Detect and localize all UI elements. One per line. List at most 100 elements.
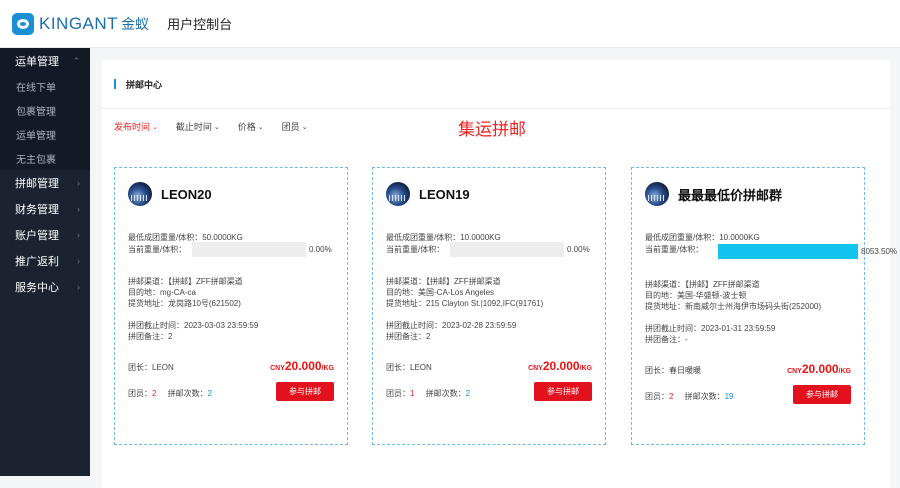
destination-row: 目的地：美国-CA-Los Angeles — [386, 287, 494, 298]
sidebar: 运单管理 ⌃ 在线下单 包裹管理 运单管理 无主包裹 拼邮管理 › 财务管理 ›… — [0, 48, 90, 476]
chevron-down-icon: ⌄ — [152, 123, 158, 131]
filter-members[interactable]: 团员 ⌄ — [282, 120, 308, 133]
price: CNY20.000/KG — [270, 359, 334, 373]
progress-fill — [718, 244, 858, 259]
app-title: 用户控制台 — [167, 17, 233, 32]
pickup-value: 新南威尔士州海伊市场码头街(252000) — [685, 302, 822, 311]
members-label: 团员： — [386, 389, 410, 398]
chevron-right-icon: › — [77, 256, 80, 266]
members-row: 团员：1 拼邮次数：2 — [386, 388, 470, 399]
logo-icon — [12, 12, 34, 35]
chevron-right-icon: › — [77, 230, 80, 240]
chevron-down-icon: ⌄ — [301, 123, 308, 131]
members-row: 团员：2 拼邮次数：2 — [128, 388, 212, 399]
note-label: 拼团备注： — [386, 332, 426, 341]
channel-row: 拼邮渠道：【拼邮】ZFF拼邮渠道 — [386, 276, 501, 287]
price-unit: /KG — [321, 365, 334, 372]
members-count: 2 — [152, 389, 157, 398]
channel-row: 拼邮渠道：【拼邮】ZFF拼邮渠道 — [128, 276, 243, 287]
group-avatar — [128, 182, 152, 206]
chevron-right-icon: › — [77, 282, 80, 292]
sidebar-group-waybill[interactable]: 运单管理 ⌃ — [0, 48, 90, 74]
price-unit: /KG — [838, 368, 851, 375]
leader-row: 团长：LEON — [386, 362, 432, 373]
banner-title: 集运拼邮 — [458, 120, 526, 139]
current-weight-label: 当前重量/体积： — [645, 245, 704, 254]
progress-bar — [450, 242, 564, 257]
current-weight-label: 当前重量/体积： — [386, 245, 445, 254]
times-label: 拼邮次数： — [425, 389, 466, 398]
logo-cn-text: 金蚁 — [121, 15, 150, 32]
destination-label: 目的地： — [645, 291, 677, 300]
price-value: 20.000 — [542, 359, 580, 373]
note-row: 拼团备注：- — [645, 334, 688, 345]
leader-value: LEON — [152, 363, 174, 372]
top-bar: KINGANT 金蚁 用户控制台 — [0, 0, 900, 48]
deadline-label: 拼团截止时间： — [386, 321, 442, 330]
sidebar-group-groupship[interactable]: 拼邮管理 › — [0, 170, 90, 196]
sidebar-item-online-order[interactable]: 在线下单 — [0, 74, 90, 98]
note-row: 拼团备注：2 — [128, 331, 172, 342]
sidebar-item-waybills[interactable]: 运单管理 — [0, 122, 90, 146]
price-unit: /KG — [579, 365, 592, 372]
pickup-row: 提货地址：215 Clayton St.|1092,IFC(91761) — [386, 298, 543, 309]
pickup-value: 龙岗路10号(621502) — [168, 299, 241, 308]
join-button[interactable]: 参与拼邮 — [534, 382, 592, 401]
sidebar-group-label: 账户管理 — [15, 230, 59, 242]
min-weight-row: 最低成团重量/体积：10.0000KG — [645, 232, 760, 243]
price-currency: CNY — [270, 365, 285, 372]
times-count: 2 — [465, 389, 471, 398]
sidebar-group-referral[interactable]: 推广返利 › — [0, 248, 90, 274]
members-label: 团员： — [128, 389, 152, 398]
times-label: 拼邮次数： — [167, 389, 208, 398]
sidebar-group-finance[interactable]: 财务管理 › — [0, 196, 90, 222]
min-weight-value: 10.0000KG — [460, 233, 501, 242]
filter-price[interactable]: 价格 ⌄ — [238, 120, 264, 133]
destination-row: 目的地：美国-华盛顿-波士顿 — [645, 290, 746, 301]
filter-label: 截止时间 — [175, 122, 212, 132]
destination-label: 目的地： — [128, 288, 160, 297]
group-name: LEON19 — [419, 186, 470, 202]
deadline-row: 拼团截止时间：2023-02-28 23:59:59 — [386, 320, 516, 331]
chevron-right-icon: › — [77, 204, 80, 214]
members-row: 团员：2 拼邮次数：19 — [645, 391, 733, 402]
leader-label: 团长： — [386, 363, 410, 372]
deadline-value: 2023-03-03 23:59:59 — [184, 321, 259, 330]
logo-text: KINGANT — [39, 13, 119, 33]
group-name: LEON20 — [161, 186, 212, 202]
sidebar-item-unclaimed[interactable]: 无主包裹 — [0, 146, 90, 170]
price-value: 20.000 — [284, 359, 322, 373]
min-weight-label: 最低成团重量/体积： — [386, 233, 461, 242]
sidebar-item-packages[interactable]: 包裹管理 — [0, 98, 90, 122]
sidebar-submenu: 在线下单 包裹管理 运单管理 无主包裹 — [0, 74, 90, 170]
channel-value: 【拼邮】ZFF拼邮渠道 — [168, 277, 243, 286]
group-card[interactable]: 最最最低价拼邮群 最低成团重量/体积：10.0000KG 当前重量/体积： 80… — [631, 167, 897, 445]
leader-value: LEON — [410, 363, 432, 372]
sidebar-group-account[interactable]: 账户管理 › — [0, 222, 90, 248]
price-value: 20.000 — [801, 362, 839, 376]
join-button[interactable]: 参与拼邮 — [793, 385, 851, 404]
deadline-row: 拼团截止时间：2023-01-31 23:59:59 — [645, 323, 775, 334]
note-label: 拼团备注： — [645, 335, 685, 344]
leader-value: 春日暖暖 — [669, 366, 701, 375]
progress-percent: 8053.50% — [861, 247, 898, 256]
logo[interactable]: KINGANT 金蚁 — [12, 12, 150, 35]
channel-value: 【拼邮】ZFF拼邮渠道 — [685, 280, 760, 289]
filter-label: 团员 — [281, 122, 300, 132]
sidebar-group-label: 拼邮管理 — [15, 178, 59, 190]
deadline-label: 拼团截止时间： — [645, 324, 701, 333]
card-header: LEON20 — [128, 182, 212, 206]
panel-header: 拼邮中心 — [102, 60, 890, 109]
times-label: 拼邮次数： — [684, 392, 725, 401]
deadline-label: 拼团截止时间： — [128, 321, 184, 330]
group-card[interactable]: LEON20 最低成团重量/体积：50.0000KG 当前重量/体积： 0.00… — [114, 167, 348, 445]
sidebar-group-service[interactable]: 服务中心 › — [0, 274, 90, 300]
group-name: 最最最低价拼邮群 — [678, 187, 783, 203]
join-button[interactable]: 参与拼邮 — [276, 382, 334, 401]
progress-percent: 0.00% — [567, 245, 590, 254]
filter-publish-time[interactable]: 发布时间 ⌄ — [114, 120, 158, 133]
filter-deadline[interactable]: 截止时间 ⌄ — [176, 120, 220, 133]
group-card[interactable]: LEON19 最低成团重量/体积：10.0000KG 当前重量/体积： 0.00… — [372, 167, 606, 445]
price: CNY20.000/KG — [528, 359, 592, 373]
note-value: - — [685, 335, 688, 344]
